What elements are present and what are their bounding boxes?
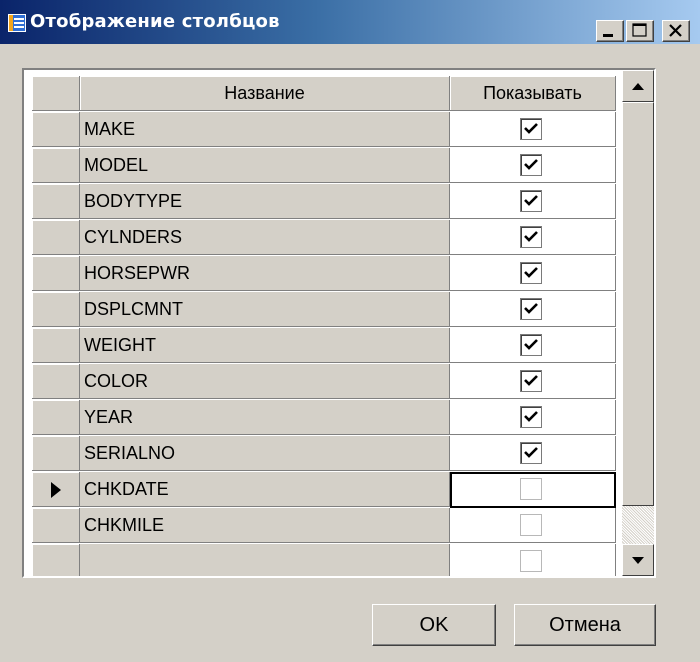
title-bar[interactable]: Отображение столбцов: [0, 0, 700, 44]
scroll-down-button[interactable]: [622, 544, 654, 576]
vertical-scrollbar[interactable]: [622, 70, 654, 576]
show-checkbox[interactable]: [520, 118, 542, 140]
show-cell[interactable]: [450, 364, 616, 399]
row-indicator[interactable]: [32, 292, 80, 327]
header-name[interactable]: Название: [80, 76, 450, 111]
column-display-dialog: Отображение столбцов Название Показывать…: [0, 0, 700, 662]
show-cell[interactable]: [450, 400, 616, 435]
column-name-cell[interactable]: MAKE: [80, 112, 450, 147]
table-row[interactable]: CHKMILE: [24, 508, 616, 544]
column-name-cell[interactable]: WEIGHT: [80, 328, 450, 363]
show-cell[interactable]: [450, 184, 616, 219]
show-cell[interactable]: [450, 544, 616, 576]
row-indicator[interactable]: [32, 364, 80, 399]
close-button[interactable]: [662, 20, 690, 42]
column-grid[interactable]: Название Показывать MAKE MODEL BODYTYPE CYL…: [22, 68, 656, 578]
column-name-cell[interactable]: SERIALNO: [80, 436, 450, 471]
checkmark-icon: [524, 303, 538, 314]
table-grid-icon: [8, 14, 26, 32]
checkmark-icon: [524, 375, 538, 386]
table-row[interactable]: DSPLCMNT: [24, 292, 616, 328]
show-checkbox[interactable]: [520, 334, 542, 356]
row-indicator[interactable]: [32, 328, 80, 363]
show-checkbox[interactable]: [520, 406, 542, 428]
show-cell[interactable]: [450, 112, 616, 147]
table-row[interactable]: HORSEPWR: [24, 256, 616, 292]
show-cell[interactable]: [450, 436, 616, 471]
checkmark-icon: [524, 195, 538, 206]
window-title: Отображение столбцов: [30, 11, 280, 32]
checkmark-icon: [524, 123, 538, 134]
checkmark-icon: [524, 159, 538, 170]
show-cell[interactable]: [450, 328, 616, 363]
show-checkbox[interactable]: [520, 442, 542, 464]
row-indicator[interactable]: [32, 184, 80, 219]
show-cell[interactable]: [450, 148, 616, 183]
ok-button[interactable]: OK: [372, 604, 496, 646]
show-checkbox[interactable]: [520, 190, 542, 212]
minimize-icon: [603, 34, 613, 37]
show-checkbox[interactable]: [520, 262, 542, 284]
column-name-cell[interactable]: HORSEPWR: [80, 256, 450, 291]
row-indicator[interactable]: [32, 400, 80, 435]
column-name-cell[interactable]: DSPLCMNT: [80, 292, 450, 327]
header-corner: [32, 76, 80, 111]
column-name-cell[interactable]: MODEL: [80, 148, 450, 183]
arrow-down-icon: [632, 557, 644, 564]
column-name-cell[interactable]: COLOR: [80, 364, 450, 399]
current-row-arrow-icon: [51, 482, 61, 498]
show-checkbox[interactable]: [520, 370, 542, 392]
grid-header-row: Название Показывать: [24, 76, 616, 112]
table-row[interactable]: WEIGHT: [24, 328, 616, 364]
row-indicator[interactable]: [32, 220, 80, 255]
scroll-up-button[interactable]: [622, 70, 654, 102]
table-row[interactable]: YEAR: [24, 400, 616, 436]
row-indicator[interactable]: [32, 148, 80, 183]
header-show[interactable]: Показывать: [450, 76, 616, 111]
checkmark-icon: [524, 411, 538, 422]
show-cell[interactable]: [450, 220, 616, 255]
cancel-button[interactable]: Отмена: [514, 604, 656, 646]
table-row[interactable]: SERIALNO: [24, 436, 616, 472]
column-name-cell[interactable]: CYLNDERS: [80, 220, 450, 255]
arrow-up-icon: [632, 83, 644, 90]
table-row[interactable]: MAKE: [24, 112, 616, 148]
show-checkbox[interactable]: [520, 226, 542, 248]
show-checkbox[interactable]: [520, 298, 542, 320]
table-row[interactable]: BODYTYPE: [24, 184, 616, 220]
column-name-cell[interactable]: BODYTYPE: [80, 184, 450, 219]
show-cell[interactable]: [450, 508, 616, 543]
column-name-cell[interactable]: CHKDATE: [80, 472, 450, 507]
checkmark-icon: [524, 231, 538, 242]
column-name-cell[interactable]: [80, 544, 450, 576]
close-icon: [669, 24, 682, 37]
table-row[interactable]: COLOR: [24, 364, 616, 400]
checkmark-icon: [524, 267, 538, 278]
maximize-icon: [632, 23, 647, 37]
show-cell[interactable]: [450, 256, 616, 291]
table-row[interactable]: CYLNDERS: [24, 220, 616, 256]
table-row[interactable]: MODEL: [24, 148, 616, 184]
table-row[interactable]: CHKDATE: [24, 472, 616, 508]
row-indicator[interactable]: [32, 256, 80, 291]
checkmark-icon: [524, 447, 538, 458]
row-indicator[interactable]: [32, 112, 80, 147]
scrollbar-thumb[interactable]: [622, 102, 654, 506]
column-name-cell[interactable]: YEAR: [80, 400, 450, 435]
maximize-button[interactable]: [626, 20, 654, 42]
row-indicator[interactable]: [32, 508, 80, 543]
checkmark-icon: [524, 339, 538, 350]
show-checkbox[interactable]: [520, 514, 542, 536]
show-checkbox[interactable]: [520, 154, 542, 176]
table-row[interactable]: [24, 544, 616, 576]
show-cell[interactable]: [450, 292, 616, 327]
focused-cell-outline: [450, 472, 616, 508]
column-name-cell[interactable]: CHKMILE: [80, 508, 450, 543]
row-indicator[interactable]: [32, 544, 80, 576]
show-checkbox[interactable]: [520, 550, 542, 572]
row-indicator[interactable]: [32, 436, 80, 471]
row-indicator[interactable]: [32, 472, 80, 507]
minimize-button[interactable]: [596, 20, 624, 42]
